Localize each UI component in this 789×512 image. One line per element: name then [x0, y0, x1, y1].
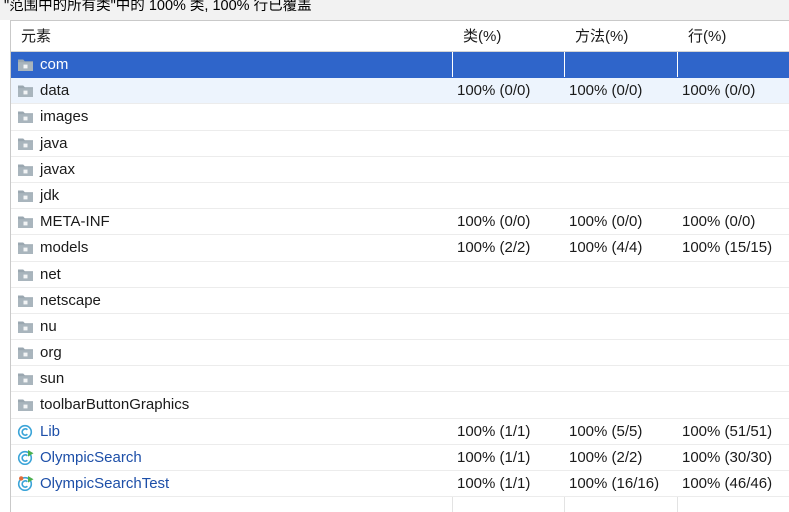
- element-cell[interactable]: com: [11, 52, 452, 77]
- table-row[interactable]: META-INF 100% (0/0) 100% (0/0) 100% (0/0): [11, 209, 789, 236]
- line-coverage-cell: 100% (46/46): [682, 475, 773, 492]
- coverage-summary: "范围中的所有类"中的 100% 类, 100% 行已覆盖: [0, 0, 789, 20]
- table-row[interactable]: com: [11, 52, 789, 79]
- table-row[interactable]: images: [11, 104, 789, 131]
- column-header-line[interactable]: 行(%): [678, 21, 789, 52]
- element-name: org: [40, 344, 62, 362]
- element-cell[interactable]: nu: [11, 314, 452, 339]
- class-coverage-cell: 100% (2/2): [457, 239, 531, 257]
- coverage-table[interactable]: 元素 类(%) 方法(%) 行(%) com data 100% (0/0) 100%…: [10, 20, 789, 512]
- element-name: models: [40, 239, 89, 257]
- coverage-summary-text: "范围中的所有类"中的 100% 类, 100% 行已覆盖: [4, 0, 312, 14]
- method-coverage-cell: 100% (4/4): [569, 239, 643, 257]
- package-icon: [18, 190, 33, 202]
- test-class-icon: [17, 476, 34, 491]
- table-body: com data 100% (0/0) 100% (0/0) 100% (0/0) ima…: [11, 52, 789, 498]
- class-coverage-cell: 100% (1/1): [457, 448, 531, 466]
- method-coverage-cell: 100% (0/0): [569, 82, 643, 100]
- element-name: com: [40, 56, 69, 73]
- element-name: jdk: [40, 186, 60, 204]
- element-name: META-INF: [40, 213, 110, 231]
- element-name: nu: [40, 317, 57, 335]
- element-cell[interactable]: sun: [11, 366, 452, 391]
- table-row[interactable]: OlympicSearchTest 100% (1/1) 100% (16/16) 1…: [11, 471, 789, 498]
- table-row[interactable]: org: [11, 340, 789, 367]
- package-icon: [18, 138, 33, 150]
- element-name: net: [40, 265, 61, 283]
- element-cell[interactable]: models: [11, 235, 452, 260]
- package-icon: [18, 111, 33, 124]
- table-row[interactable]: Lib 100% (1/1) 100% (5/5) 100% (51/51): [11, 418, 789, 445]
- package-icon: [18, 321, 33, 333]
- class-coverage-cell: 100% (0/0): [457, 82, 531, 100]
- class-coverage-cell: 100% (1/1): [457, 422, 531, 440]
- column-header-method[interactable]: 方法(%): [565, 21, 677, 52]
- class-coverage-cell: 100% (0/0): [457, 213, 531, 231]
- element-name: images: [40, 108, 89, 126]
- element-name: toolbarButtonGraphics: [40, 396, 190, 414]
- runnable-class-icon: [17, 449, 34, 465]
- element-name: java: [40, 134, 68, 152]
- element-cell[interactable]: META-INF: [11, 209, 452, 234]
- element-cell[interactable]: images: [11, 104, 452, 129]
- package-icon: [18, 85, 33, 98]
- element-name: data: [40, 82, 70, 100]
- table-row[interactable]: sun: [11, 366, 789, 393]
- line-coverage-cell: 100% (0/0): [682, 82, 756, 100]
- column-divider: [452, 52, 453, 78]
- element-cell[interactable]: net: [11, 262, 452, 287]
- package-icon: [18, 399, 33, 412]
- element-cell[interactable]: jdk: [11, 183, 452, 208]
- table-row[interactable]: net: [11, 261, 789, 288]
- package-icon: [18, 269, 33, 281]
- element-cell[interactable]: javax: [11, 157, 452, 182]
- table-row[interactable]: models 100% (2/2) 100% (4/4) 100% (15/15): [11, 235, 789, 262]
- table-row[interactable]: java: [11, 130, 789, 157]
- element-name: OlympicSearch: [40, 448, 142, 466]
- package-icon: [18, 373, 33, 386]
- method-coverage-cell: 100% (5/5): [569, 422, 643, 440]
- element-name: javax: [40, 160, 76, 178]
- class-icon: [17, 424, 33, 439]
- package-icon: [18, 347, 33, 360]
- element-cell[interactable]: java: [11, 131, 452, 156]
- column-header-element[interactable]: 元素: [11, 21, 452, 52]
- element-name: Lib: [40, 422, 61, 440]
- line-coverage-cell: 100% (30/30): [682, 448, 773, 466]
- table-row[interactable]: javax: [11, 156, 789, 183]
- element-cell[interactable]: OlympicSearchTest: [11, 471, 452, 496]
- line-coverage-cell: 100% (15/15): [682, 239, 773, 257]
- package-icon: [18, 216, 33, 229]
- table-row[interactable]: toolbarButtonGraphics: [11, 392, 789, 419]
- package-icon: [18, 59, 33, 71]
- table-row[interactable]: OlympicSearch 100% (1/1) 100% (2/2) 100% (3…: [11, 444, 789, 471]
- method-coverage-cell: 100% (0/0): [569, 213, 643, 231]
- class-coverage-cell: 100% (1/1): [457, 475, 531, 492]
- package-icon: [18, 242, 33, 255]
- column-divider: [564, 52, 565, 78]
- line-coverage-cell: 100% (51/51): [682, 422, 773, 440]
- element-cell[interactable]: Lib: [11, 419, 452, 444]
- method-coverage-cell: 100% (2/2): [569, 448, 643, 466]
- element-cell[interactable]: org: [11, 340, 452, 365]
- method-coverage-cell: 100% (16/16): [569, 475, 660, 492]
- element-cell[interactable]: OlympicSearch: [11, 445, 452, 470]
- table-row[interactable]: netscape: [11, 287, 789, 314]
- table-row[interactable]: nu: [11, 313, 789, 341]
- element-name: sun: [40, 370, 65, 388]
- package-icon: [18, 295, 33, 307]
- package-icon: [18, 164, 33, 176]
- column-divider: [677, 52, 678, 78]
- element-cell[interactable]: netscape: [11, 288, 452, 313]
- line-coverage-cell: 100% (0/0): [682, 213, 756, 231]
- table-row[interactable]: jdk: [11, 182, 789, 210]
- column-header-class[interactable]: 类(%): [453, 21, 564, 52]
- element-cell[interactable]: toolbarButtonGraphics: [11, 392, 452, 417]
- table-header: 元素 类(%) 方法(%) 行(%): [11, 21, 789, 52]
- element-cell[interactable]: data: [11, 78, 452, 103]
- element-name: OlympicSearchTest: [40, 475, 170, 492]
- table-row[interactable]: data 100% (0/0) 100% (0/0) 100% (0/0): [11, 78, 789, 105]
- element-name: netscape: [40, 291, 101, 309]
